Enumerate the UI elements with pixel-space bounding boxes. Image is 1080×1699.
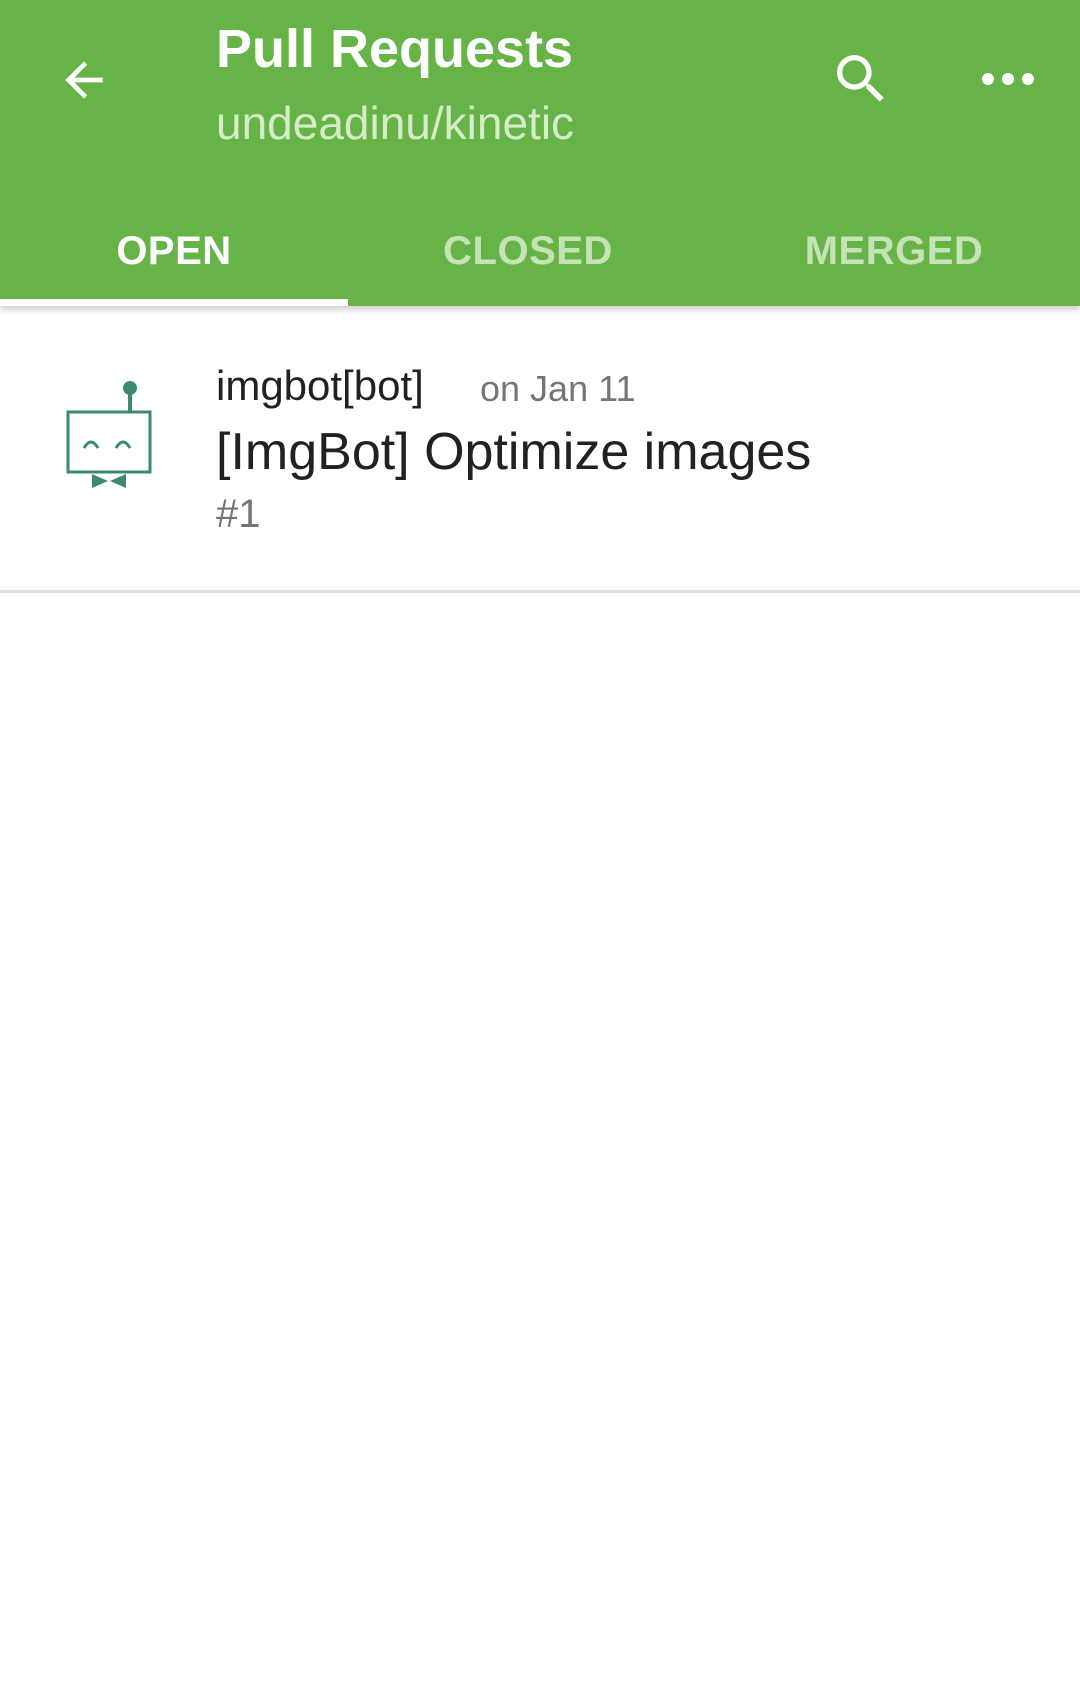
page-title: Pull Requests bbox=[216, 19, 574, 79]
repository-subtitle: undeadinu/kinetic bbox=[216, 97, 575, 149]
robot-avatar-icon bbox=[66, 381, 152, 488]
more-options-button[interactable] bbox=[970, 44, 1046, 114]
search-icon bbox=[837, 55, 884, 102]
pull-request-item[interactable]: imgbot[bot] on Jan 11 [ImgBot] Optimize … bbox=[0, 306, 1080, 593]
pr-date: on Jan 11 bbox=[480, 368, 636, 409]
tab-merged[interactable]: MERGED bbox=[708, 196, 1080, 306]
tab-open[interactable]: OPEN bbox=[0, 196, 348, 306]
tab-bar: OPEN CLOSED MERGED bbox=[0, 196, 1080, 306]
pr-number: #1 bbox=[216, 492, 261, 536]
search-button[interactable] bbox=[826, 44, 896, 114]
selected-tab-indicator bbox=[0, 299, 348, 306]
pr-author[interactable]: imgbot[bot] bbox=[216, 362, 424, 410]
pull-request-list: imgbot[bot] on Jan 11 [ImgBot] Optimize … bbox=[0, 306, 1080, 593]
back-button[interactable] bbox=[50, 46, 118, 114]
arrow-back-icon bbox=[65, 61, 103, 99]
app-bar: Pull Requests undeadinu/kinetic OPEN CLO… bbox=[0, 0, 1080, 306]
tab-closed[interactable]: CLOSED bbox=[348, 196, 708, 306]
more-horizontal-icon bbox=[982, 73, 1034, 85]
pr-title[interactable]: [ImgBot] Optimize images bbox=[216, 422, 811, 482]
